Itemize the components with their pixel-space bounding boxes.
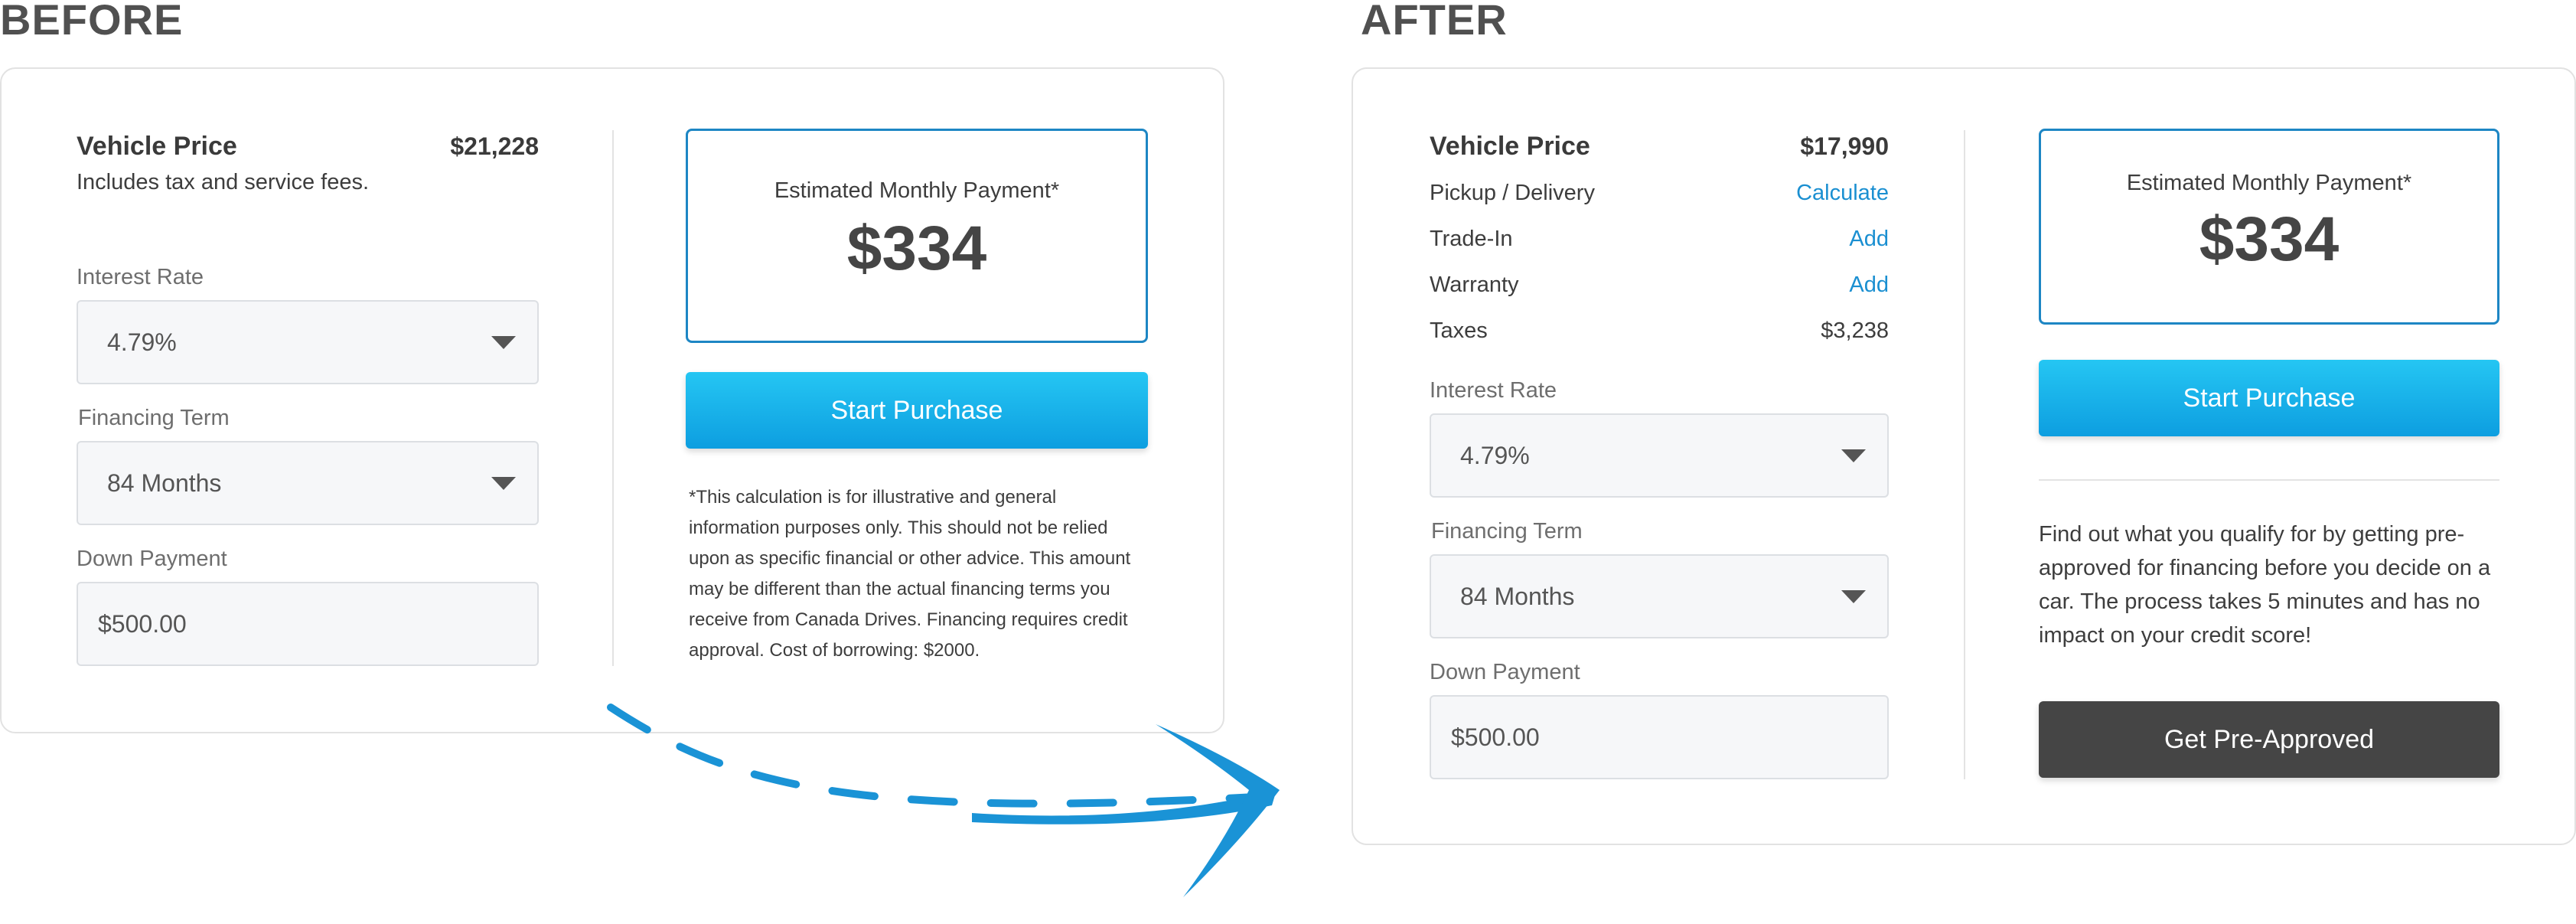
trade-in-label: Trade-In (1430, 227, 1513, 251)
pickup-delivery-label: Pickup / Delivery (1430, 181, 1595, 205)
calculate-link[interactable]: Calculate (1796, 181, 1889, 206)
warranty-label: Warranty (1430, 273, 1519, 297)
warranty-row: Warranty Add (1430, 273, 1889, 298)
down-payment-label: Down Payment (1430, 660, 1580, 684)
financing-term-value: 84 Months (1460, 582, 1575, 610)
add-warranty-link[interactable]: Add (1849, 273, 1889, 298)
caret-down-icon (1841, 590, 1866, 603)
add-trade-in-link[interactable]: Add (1849, 227, 1889, 252)
pre-approval-promo-text: Find out what you qualify for by getting… (2039, 522, 2491, 648)
down-payment-input[interactable]: $500.00 (1430, 695, 1889, 779)
interest-rate-value: 4.79% (1460, 441, 1530, 469)
interest-rate-select[interactable]: 4.79% (1430, 413, 1889, 498)
column-divider (1964, 130, 1965, 779)
interest-rate-label: Interest Rate (1430, 378, 1557, 403)
payment-label: Estimated Monthly Payment* (2126, 171, 2412, 195)
vehicle-price-value: $17,990 (1800, 132, 1889, 160)
vehicle-price-label: Vehicle Price (1430, 132, 1590, 161)
taxes-label: Taxes (1430, 318, 1488, 343)
after-heading: AFTER (1361, 0, 1508, 44)
trade-in-row: Trade-In Add (1430, 227, 1889, 252)
down-payment-value: $500.00 (1451, 723, 1540, 751)
taxes-value: $3,238 (1821, 318, 1889, 343)
financing-term-label: Financing Term (1431, 519, 1583, 544)
get-pre-approved-button[interactable]: Get Pre-Approved (2039, 701, 2499, 778)
after-calculator-card: Vehicle Price $17,990 Pickup / Delivery … (1352, 67, 2576, 845)
taxes-row: Taxes $3,238 (1430, 318, 1889, 344)
section-divider (2039, 479, 2499, 481)
vehicle-price-row: Vehicle Price $17,990 (1430, 132, 1889, 162)
estimated-payment-box: Estimated Monthly Payment* $334 (2039, 129, 2499, 325)
pickup-delivery-row: Pickup / Delivery Calculate (1430, 181, 1889, 206)
start-purchase-button[interactable]: Start Purchase (2039, 360, 2499, 436)
financing-term-select[interactable]: 84 Months (1430, 554, 1889, 638)
caret-down-icon (1841, 449, 1866, 462)
payment-amount: $334 (2199, 204, 2340, 274)
